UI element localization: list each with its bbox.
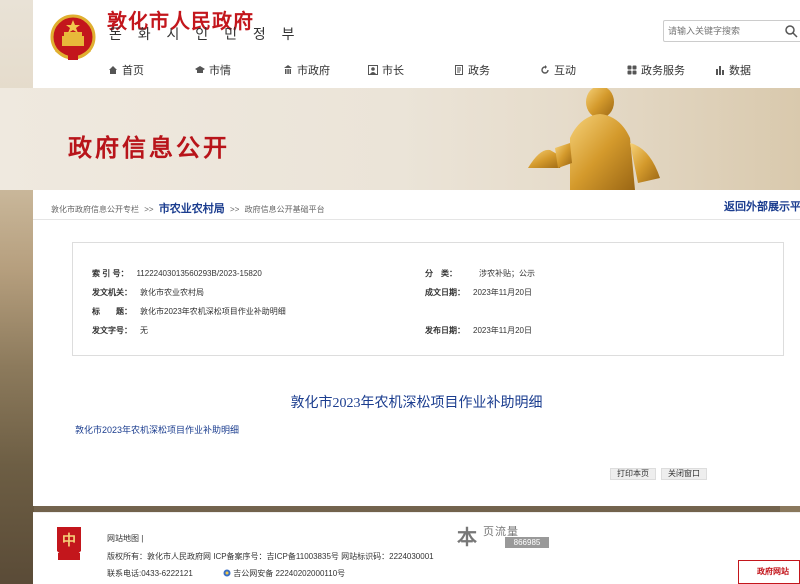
title-row: 标 题： 敦化市2023年农机深松项目作业补助明细 (92, 306, 286, 317)
print-button[interactable]: 打印本页 (610, 468, 656, 480)
title-value: 敦化市2023年农机深松项目作业补助明细 (140, 307, 286, 316)
page-view-counter: 本 页流量 866985 (457, 521, 553, 549)
site-header: 敦化市人民政府 돈 화 시 인 민 정 부 首页 市情 市政府 市长 政务 (33, 0, 800, 88)
nav-label: 首页 (122, 65, 144, 77)
nav-label: 政务 (468, 65, 490, 77)
doc-number-label: 发文字号： (92, 326, 132, 335)
return-external-link[interactable]: 返回外部展示平 (724, 198, 800, 214)
created-date-value: 2023年11月20日 (473, 288, 532, 297)
banner: 政府信息公开 (0, 88, 800, 190)
nav-label: 市政府 (297, 65, 330, 77)
background-photo-left (0, 190, 34, 584)
bar-chart-icon (716, 66, 724, 75)
grid-icon (627, 65, 637, 75)
svg-text:中: 中 (62, 532, 76, 549)
banner-title: 政府信息公开 (68, 135, 230, 162)
issuer-row: 发文机关： 敦化市农业农村局 (92, 287, 204, 298)
nav-label: 市情 (209, 65, 231, 77)
nav-item-city-gov[interactable]: 市政府 (283, 62, 330, 78)
breadcrumb-separator: >> (230, 205, 240, 214)
close-window-button[interactable]: 关闭窗口 (661, 468, 707, 480)
issuer-label: 发文机关： (92, 288, 132, 297)
doc-number-value: 无 (140, 326, 148, 335)
nav-item-gov-service[interactable]: 政务服务 (627, 62, 685, 78)
counter-mark: 本 (457, 527, 477, 549)
hat-icon (195, 66, 205, 73)
party-government-logo-icon: 中 (57, 527, 81, 560)
person-icon (368, 65, 378, 75)
nav-label: 数据 (729, 65, 751, 77)
sitemap-link[interactable]: 网站地图 | (107, 533, 143, 544)
published-date-label: 发布日期： (425, 326, 465, 335)
refresh-icon (541, 65, 549, 74)
index-row: 索 引 号： 11222403013560293B/2023-15820 (92, 268, 262, 279)
nav-label: 互动 (554, 65, 576, 77)
nav-label: 市长 (382, 65, 404, 77)
main-nav: 首页 市情 市政府 市长 政务 互动 政务服务 数据 (33, 56, 800, 84)
counter-value: 866985 (505, 537, 549, 548)
nav-label: 政务服务 (641, 65, 685, 77)
site-subtitle: 돈 화 시 인 민 정 부 (109, 26, 301, 42)
breadcrumb-item-column[interactable]: 敦化市政府信息公开专栏 (51, 205, 139, 214)
published-date-value: 2023年11月20日 (473, 326, 532, 335)
published-date-row: 发布日期： 2023年11月20日 (425, 325, 532, 336)
building-icon (284, 65, 292, 74)
nav-item-city-info[interactable]: 市情 (195, 62, 231, 78)
category-row: 分 类： 涉农补贴；公示 (425, 268, 535, 279)
nav-item-mayor[interactable]: 市长 (368, 62, 404, 78)
main-content: 索 引 号： 11222403013560293B/2023-15820 分 类：… (33, 220, 800, 506)
search-box (663, 20, 800, 42)
breadcrumb-item-bureau[interactable]: 市农业农村局 (159, 203, 225, 215)
police-record[interactable]: 吉公网安备 22240202000110号 (223, 568, 345, 579)
document-title: 敦化市2023年农机深松项目作业补助明细 (290, 396, 543, 411)
contact-phone: 联系电话:0433-6222121 (107, 569, 193, 578)
nav-item-home[interactable]: 首页 (108, 62, 144, 78)
search-input[interactable] (664, 21, 774, 41)
nav-item-affairs[interactable]: 政务 (454, 62, 490, 78)
index-label: 索 引 号： (92, 269, 129, 278)
doc-number-row: 发文字号： 无 (92, 325, 148, 336)
breadcrumb: 敦化市政府信息公开专栏 >> 市农业农村局 >> 政府信息公开基础平台 (51, 200, 325, 216)
attachment-link[interactable]: 敦化市2023年农机深松项目作业补助明细 (75, 423, 239, 436)
search-icon[interactable] (784, 24, 798, 38)
nav-item-interaction[interactable]: 互动 (540, 62, 576, 78)
gov-website-badge[interactable]: 政府网站 (738, 560, 800, 584)
created-date-label: 成文日期： (425, 288, 465, 297)
police-badge-icon (223, 569, 231, 577)
police-record-text: 吉公网安备 22240202000110号 (233, 569, 346, 578)
home-icon (109, 66, 117, 74)
index-value: 11222403013560293B/2023-15820 (136, 269, 262, 278)
doc-icon (455, 65, 463, 75)
breadcrumb-item-platform[interactable]: 政府信息公开基础平台 (245, 205, 325, 214)
nav-item-data[interactable]: 数据 (715, 62, 751, 78)
created-date-row: 成文日期： 2023年11月20日 (425, 287, 532, 298)
issuer-value: 敦化市农业农村局 (140, 288, 204, 297)
site-footer: 中 网站地图 | 版权所有：敦化市人民政府网 ICP备案序号：吉ICP备1100… (33, 512, 800, 584)
copyright-text: 版权所有：敦化市人民政府网 ICP备案序号：吉ICP备11003835号 网站标… (107, 552, 434, 561)
breadcrumb-bar: 敦化市政府信息公开专栏 >> 市农业农村局 >> 政府信息公开基础平台 返回外部… (33, 190, 800, 220)
buddha-statue-image (528, 88, 660, 190)
breadcrumb-separator: >> (144, 205, 154, 214)
category-value: 涉农补贴；公示 (479, 269, 535, 278)
metadata-box: 索 引 号： 11222403013560293B/2023-15820 分 类：… (72, 242, 784, 356)
category-label: 分 类： (425, 269, 457, 278)
title-label: 标 题： (92, 307, 132, 316)
